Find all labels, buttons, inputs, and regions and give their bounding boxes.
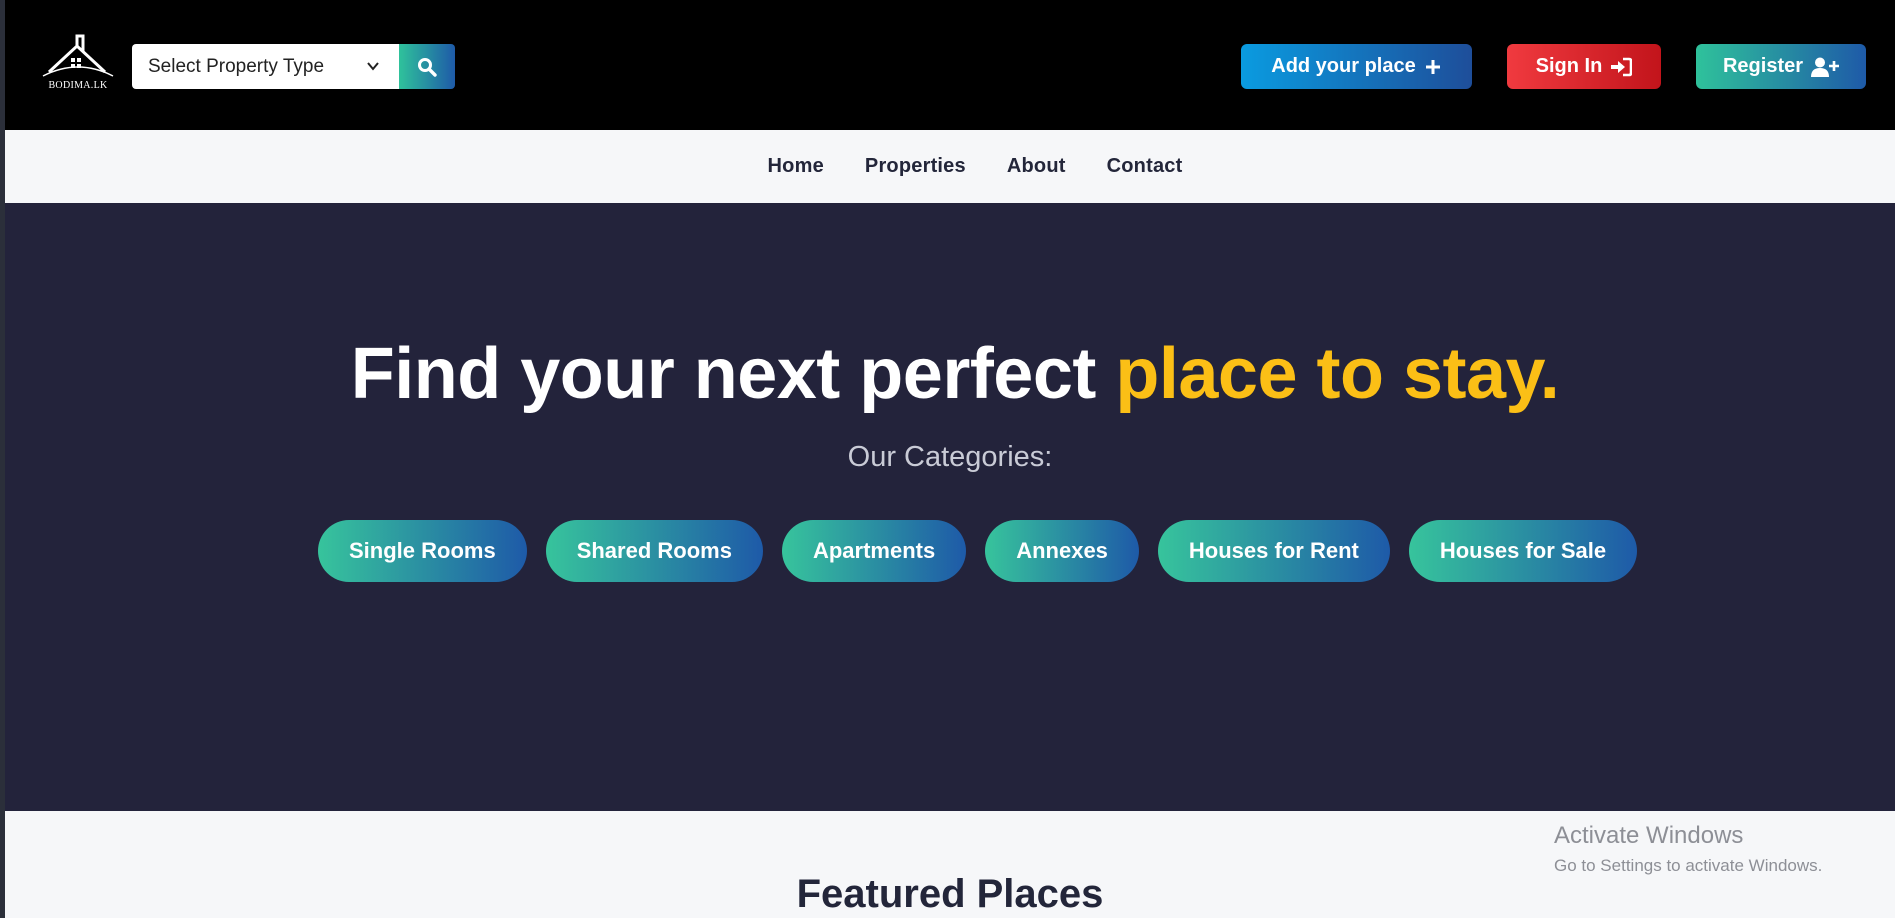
category-single-rooms[interactable]: Single Rooms — [318, 520, 527, 582]
register-label: Register — [1722, 55, 1804, 77]
search-button[interactable] — [399, 44, 455, 89]
nav-item-properties[interactable]: Properties — [865, 155, 966, 178]
category-list: Single Rooms Shared Rooms Apartments Ann… — [318, 520, 1638, 582]
category-houses-for-sale[interactable]: Houses for Sale — [1408, 520, 1638, 582]
nav-item-about[interactable]: About — [1007, 155, 1066, 178]
categories-heading: Our Categories: — [847, 441, 1053, 473]
main-nav: Home Properties About Contact — [5, 130, 1895, 203]
hero-section: Find your next perfect place to stay. Ou… — [5, 203, 1895, 811]
watermark-subtitle: Go to Settings to activate Windows. — [1554, 856, 1823, 875]
hero-title: Find your next perfect place to stay. — [5, 333, 1895, 415]
sign-in-icon — [1611, 57, 1633, 76]
register-button[interactable]: Register — [1696, 44, 1866, 89]
top-header: BODIMA.LK Select Property Type Add your … — [5, 0, 1895, 130]
activate-windows-watermark: Activate Windows Go to Settings to activ… — [1554, 822, 1822, 876]
site-logo[interactable]: BODIMA.LK — [41, 32, 115, 98]
chevron-down-icon — [367, 62, 379, 71]
category-houses-for-rent[interactable]: Houses for Rent — [1157, 520, 1390, 582]
category-apartments[interactable]: Apartments — [781, 520, 967, 582]
sign-in-button[interactable]: Sign In — [1507, 44, 1661, 89]
nav-item-home[interactable]: Home — [768, 155, 824, 178]
hero-title-main: Find your next perfect — [350, 334, 1097, 414]
featured-places-title: Featured Places — [796, 872, 1104, 916]
search-icon — [418, 57, 437, 77]
nav-item-contact[interactable]: Contact — [1107, 155, 1183, 178]
hero-title-highlight: place to stay. — [1115, 334, 1560, 414]
category-annexes[interactable]: Annexes — [985, 520, 1139, 582]
category-shared-rooms[interactable]: Shared Rooms — [545, 520, 763, 582]
sign-in-label: Sign In — [1535, 55, 1603, 77]
watermark-title: Activate Windows — [1554, 822, 1744, 849]
property-type-select[interactable]: Select Property Type — [132, 44, 399, 89]
add-your-place-button[interactable]: Add your place — [1241, 44, 1472, 89]
user-plus-icon — [1811, 57, 1840, 77]
add-your-place-label: Add your place — [1271, 55, 1416, 77]
page: BODIMA.LK Select Property Type Add your … — [5, 0, 1895, 918]
brand-name: BODIMA.LK — [48, 80, 108, 91]
property-type-select-value: Select Property Type — [148, 55, 325, 77]
plus-icon — [1425, 59, 1440, 74]
